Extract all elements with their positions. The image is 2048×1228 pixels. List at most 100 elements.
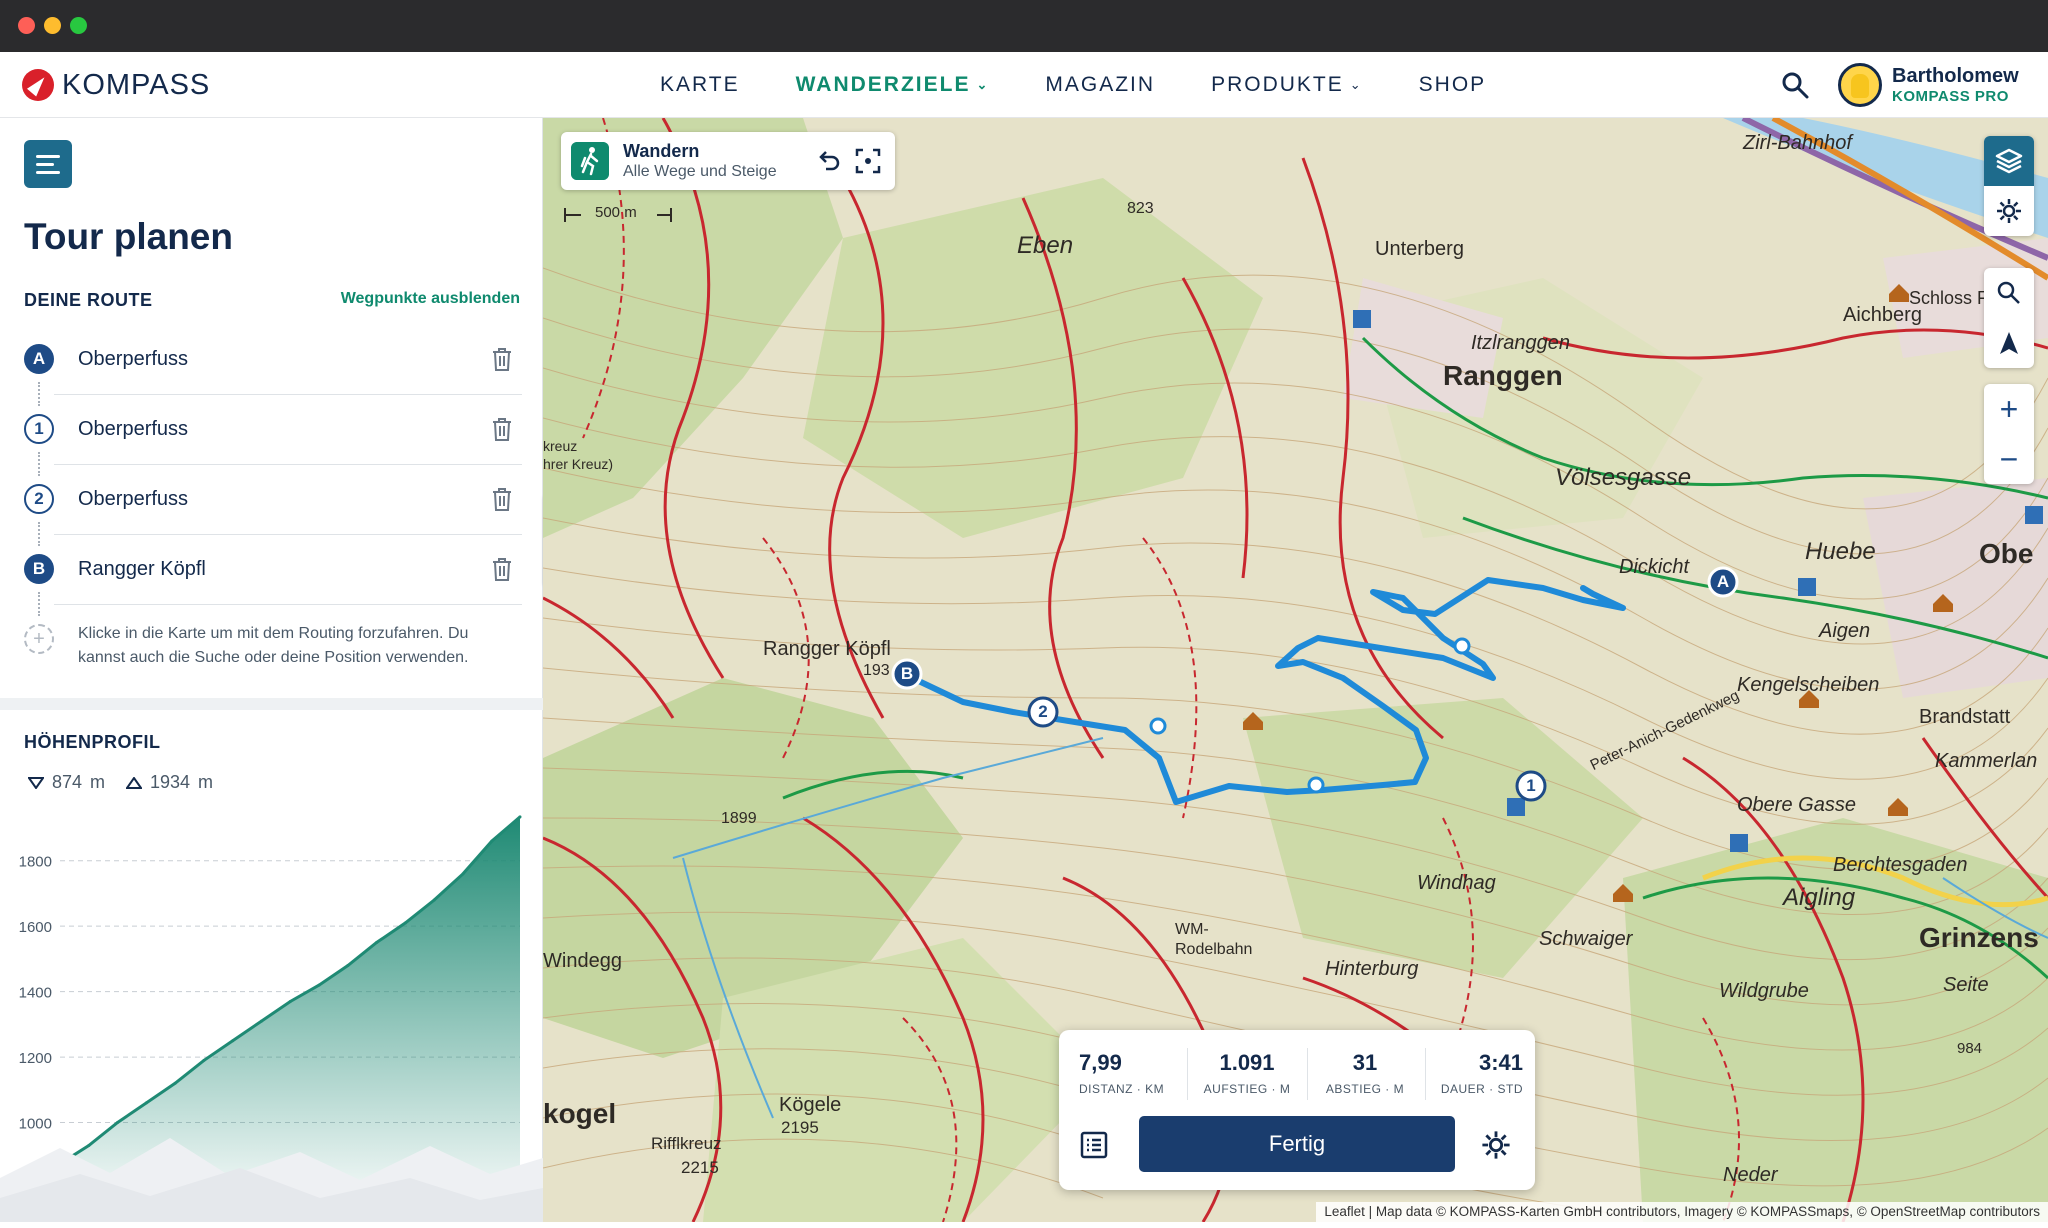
layers-button[interactable] [1984,136,2034,186]
elevation-point [231,1039,235,1043]
hiker-icon [571,142,609,180]
chart-y-tick-label: 1400 [19,985,52,1002]
brand-name: KOMPASS [62,68,211,101]
activity-mode-title: Wandern [623,141,700,161]
nav-produkte[interactable]: PRODUKTE ⌄ [1211,73,1363,97]
nav-shop[interactable]: SHOP [1419,73,1487,97]
stat-ascent: 1.091 AUFSTIEG · M [1199,1050,1295,1096]
nav-karte[interactable]: KARTE [660,73,740,97]
trash-icon[interactable] [490,556,514,582]
activity-mode-subtitle: Alle Wege und Steige [623,163,777,180]
map-label: kogel [543,1098,617,1129]
waypoint-name: Rangger Köpfl [78,557,206,580]
minimize-window-button[interactable] [44,17,61,34]
close-window-button[interactable] [18,17,35,34]
map-label: 984 [1957,1040,1983,1057]
undo-icon[interactable] [813,146,843,176]
elevation-min-value: 874 [52,772,83,792]
map-label: 193 [863,662,890,679]
elevation-point [403,921,407,925]
gear-icon[interactable] [1479,1128,1513,1162]
waypoint-badge: 1 [24,414,54,444]
elevation-point [317,983,321,987]
nav-wanderziele[interactable]: WANDERZIELE ⌄ [796,73,990,97]
stat-distance: 7,99 DISTANZ · KM [1079,1050,1164,1096]
route-marker-a[interactable]: A [1715,572,1731,592]
map-label: Brandstatt [1919,706,2011,728]
sidebar-menu-button[interactable] [24,140,72,188]
waypoint-badge: B [24,554,54,584]
map-label: Berchtesgaden [1833,854,1968,876]
list-icon[interactable] [1079,1130,1109,1160]
avatar [1838,63,1882,107]
stat-label: ABSTIEG · M [1325,1082,1405,1096]
map-label: Ranggen [1443,360,1563,391]
map-label: Hinterburg [1325,958,1419,980]
map-label: Obere Gasse [1737,794,1856,816]
activity-mode-selector[interactable]: Wandern Alle Wege und Steige [561,132,895,190]
compass-logo-icon [22,69,54,101]
map-settings-button[interactable] [1984,186,2034,236]
nav-magazin-label: MAGAZIN [1045,73,1156,96]
user-menu[interactable]: Bartholomew KOMPASS PRO [1838,60,2019,110]
zoom-out-button[interactable]: − [1984,434,2034,484]
hide-waypoints-link[interactable]: Wegpunkte ausblenden [341,290,520,308]
map-label: 2195 [781,1118,819,1137]
map-label: Kengelscheiben [1737,674,1880,696]
stat-value: 3:41 [1478,1050,1523,1075]
topographic-map[interactable]: A 1 2 B Zirl-Bahnhof Eben 823 Unterberg … [543,118,2048,1222]
gear-icon [1997,199,2021,223]
waypoint-row[interactable]: A Oberperfuss [24,324,522,394]
trash-icon[interactable] [490,346,514,372]
waypoint-row[interactable]: 1 Oberperfuss [24,394,522,464]
chevron-down-icon: ⌄ [976,77,990,92]
map-scale-label: 500 m [595,204,637,221]
elevation-point [260,1019,264,1023]
kompass-logo[interactable]: KOMPASS [22,66,210,104]
zoom-window-button[interactable] [70,17,87,34]
map-search-button[interactable] [1984,268,2034,318]
map-attribution[interactable]: Leaflet | Map data © KOMPASS-Karten GmbH… [1316,1202,2048,1222]
map-label: Kögele [779,1094,842,1116]
add-waypoint-icon[interactable]: + [24,624,54,654]
elevation-point [202,1058,206,1062]
divider [1425,1048,1426,1100]
map-label: Rifflkreuz [651,1134,722,1153]
map-label: Neder [1723,1164,1778,1186]
route-marker-b[interactable]: B [899,664,915,684]
stat-label: DAUER · STD [1440,1082,1523,1096]
map-label: Itzlranggen [1471,332,1570,354]
done-button[interactable]: Fertig [1139,1116,1455,1172]
map-label: Aigling [1783,884,1856,911]
route-marker-2[interactable]: 2 [1035,702,1051,722]
waypoint-name: Oberperfuss [78,417,189,440]
map-label: Obe [1979,538,2034,569]
map-label: Eben [1017,232,1074,259]
zoom-in-button[interactable]: + [1984,384,2034,434]
route-marker-1[interactable]: 1 [1523,776,1539,796]
waypoint-row[interactable]: B Rangger Köpfl [24,534,522,604]
elevation-point [518,815,522,819]
map-label: 1899 [721,810,757,827]
waypoint-row[interactable]: 2 Oberperfuss [24,464,522,534]
route-section-label: DEINE ROUTE [24,290,153,310]
map-label: WM-Rodelbahn [1175,921,1253,958]
nav-magazin[interactable]: MAGAZIN [1045,73,1155,97]
elevation-point [461,872,465,876]
trash-icon[interactable] [490,416,514,442]
divider [54,604,522,605]
search-icon[interactable] [1780,70,1810,100]
chevron-down-icon: ⌄ [1349,77,1363,92]
route-summary-card: 7,99 DISTANZ · KM 1.091 AUFSTIEG · M 31 … [1059,1030,1535,1190]
divider [1187,1048,1188,1100]
map-label: kreuz [543,438,578,454]
fit-bounds-icon[interactable] [853,146,883,176]
stat-descent: 31 ABSTIEG · M [1317,1050,1413,1096]
map-label: Unterberg [1375,238,1464,260]
plus-icon: + [1999,391,2019,427]
locate-button[interactable] [1984,318,2034,368]
elevation-profile-label: HÖHENPROFIL [24,732,161,752]
waypoint-name: Oberperfuss [78,487,189,510]
window-title-bar [0,0,2048,52]
trash-icon[interactable] [490,486,514,512]
